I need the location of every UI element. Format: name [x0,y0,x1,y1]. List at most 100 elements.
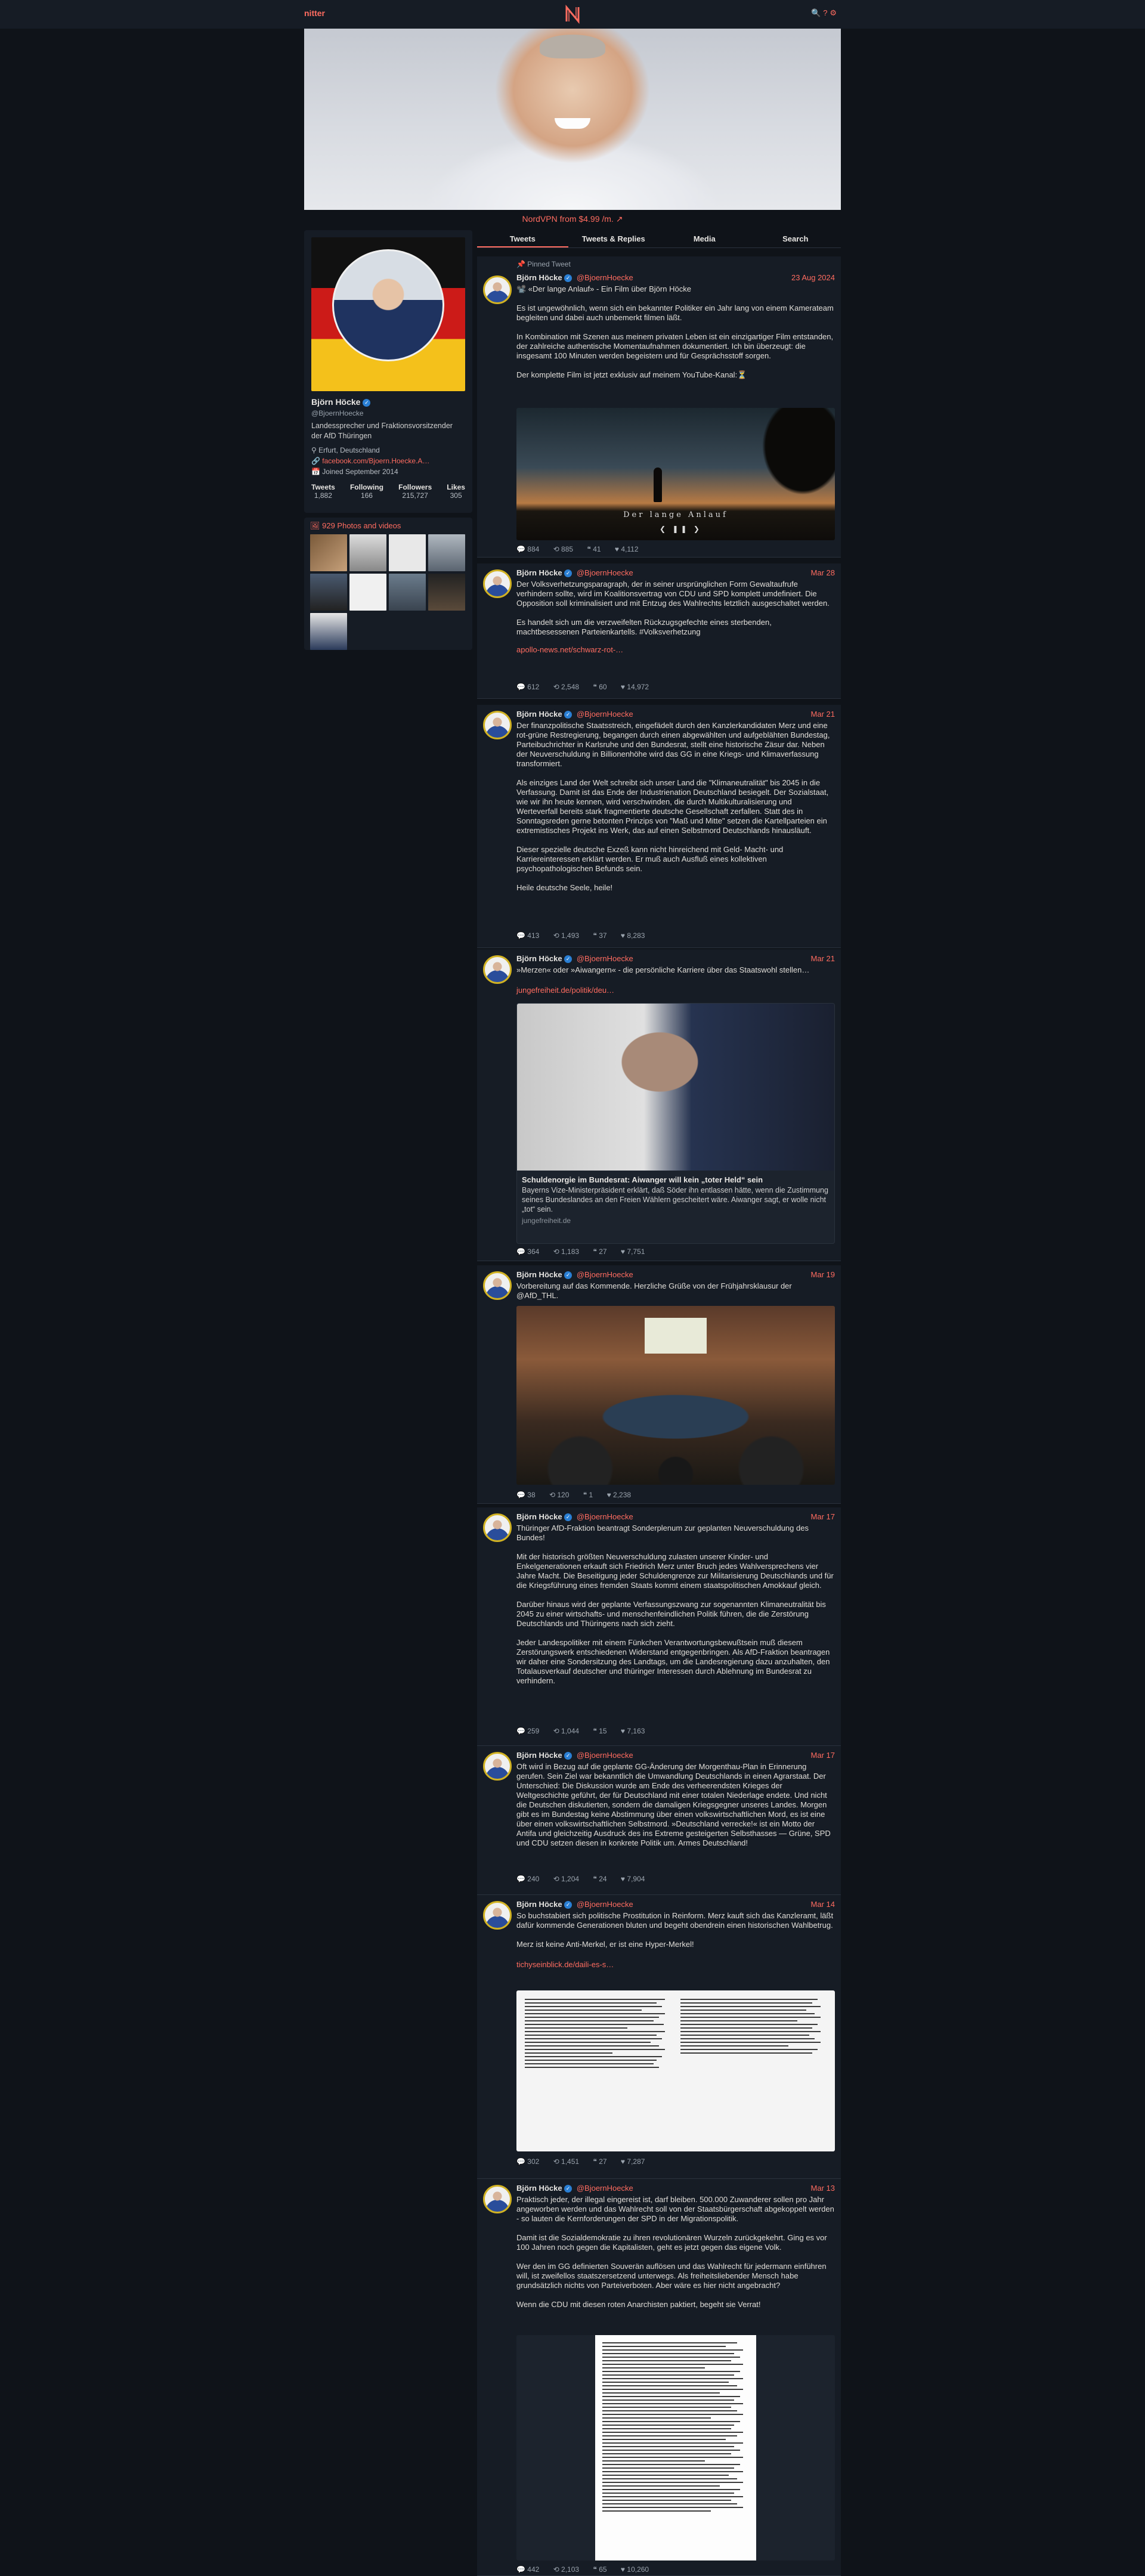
tweet-avatar[interactable] [483,1513,512,1542]
link-card[interactable]: Schuldenorgie im Bundesrat: Aiwanger wil… [516,1003,835,1244]
like-count[interactable]: ♥ 2,238 [607,1491,638,1499]
tab-tweets-replies[interactable]: Tweets & Replies [568,230,660,247]
tweet-author[interactable]: Björn Höcke [516,1270,562,1279]
tweet-date[interactable]: 23 Aug 2024 [791,273,835,282]
tab-media[interactable]: Media [659,230,750,247]
reply-count[interactable]: 💬 302 [516,2157,545,2166]
like-count[interactable]: ♥ 8,283 [621,931,651,940]
retweet-count[interactable]: ⟲ 1,044 [553,1727,585,1735]
photo-thumb[interactable] [389,534,426,571]
quote-count[interactable]: ❝ 1 [583,1491,599,1499]
tweet-handle[interactable]: @BjoernHoecke [577,1270,633,1279]
tweet-handle[interactable]: @BjoernHoecke [577,954,633,963]
stat-following[interactable]: Following 166 [350,483,383,500]
photo-thumb[interactable] [389,574,426,611]
profile-banner[interactable] [304,29,841,210]
tweet-avatar[interactable] [483,275,512,304]
photo-thumb[interactable] [428,534,465,571]
tweet-author[interactable]: Björn Höcke [516,1512,562,1521]
tab-search[interactable]: Search [750,230,841,247]
quote-count[interactable]: ❝ 15 [593,1727,612,1735]
reply-count[interactable]: 💬 442 [516,2565,545,2574]
retweet-count[interactable]: ⟲ 120 [549,1491,575,1499]
tweet-item[interactable]: Björn Höcke ✓ @BjoernHoecke Mar 28 Der V… [477,564,841,699]
tweet-date[interactable]: Mar 21 [811,954,835,963]
tweet-item[interactable]: 📌 Pinned Tweet Björn Höcke ✓ @BjoernHoec… [477,256,841,558]
tweet-date[interactable]: Mar 21 [811,710,835,719]
tweet-avatar[interactable] [483,711,512,739]
brand-link[interactable]: nitter [304,8,325,18]
tweet-handle[interactable]: @BjoernHoecke [577,1900,633,1909]
tweet-date[interactable]: Mar 17 [811,1751,835,1760]
tweet-author[interactable]: Björn Höcke [516,954,562,963]
tweet-document-image[interactable] [516,2335,835,2560]
website-link[interactable]: facebook.com/Bjoern.Hoecke.A… [322,457,429,465]
reply-count[interactable]: 💬 612 [516,683,545,691]
stat-tweets[interactable]: Tweets 1,882 [311,483,335,500]
tweet-avatar[interactable] [483,2185,512,2213]
tweet-item[interactable]: Björn Höcke ✓ @BjoernHoecke Mar 21 »Merz… [477,949,841,1261]
tweet-video[interactable]: Der lange Anlauf ❮ ❚❚ ❯ [516,408,835,540]
quote-count[interactable]: ❝ 24 [593,1875,612,1883]
photos-header[interactable]: 🖼 929 Photos and videos [310,521,466,531]
video-controls[interactable]: ❮ ❚❚ ❯ [660,525,702,533]
tweet-handle[interactable]: @BjoernHoecke [577,710,633,719]
tweet-handle[interactable]: @BjoernHoecke [577,2184,633,2193]
quote-count[interactable]: ❝ 65 [593,2565,612,2574]
tweet-author[interactable]: Björn Höcke [516,273,562,282]
quote-count[interactable]: ❝ 60 [593,683,612,691]
tweet-handle[interactable]: @BjoernHoecke [577,568,633,577]
profile-handle[interactable]: @BjoernHoecke [311,409,465,417]
tweet-date[interactable]: Mar 14 [811,1900,835,1909]
like-count[interactable]: ♥ 7,163 [621,1727,651,1735]
tweet-avatar[interactable] [483,569,512,598]
profile-avatar[interactable] [311,237,465,391]
tweet-author[interactable]: Björn Höcke [516,1900,562,1909]
tweet-link[interactable]: apollo-news.net/schwarz-rot-… [516,645,835,654]
reply-count[interactable]: 💬 240 [516,1875,545,1883]
quote-count[interactable]: ❝ 27 [593,1247,612,1256]
tweet-item[interactable]: Björn Höcke ✓ @BjoernHoecke Mar 21 Der f… [477,705,841,948]
retweet-count[interactable]: ⟲ 2,548 [553,683,585,691]
tweet-avatar[interactable] [483,1271,512,1300]
settings-icon[interactable]: ⚙ [830,8,837,18]
profile-name[interactable]: Björn Höcke ✓ [311,397,465,407]
quote-count[interactable]: ❝ 27 [593,2157,612,2166]
tweet-link[interactable]: tichyseinblick.de/daili-es-s… [516,1960,835,1969]
tweet-link[interactable]: jungefreiheit.de/politik/deu… [516,986,835,995]
photo-thumb[interactable] [349,534,386,571]
search-icon[interactable]: 🔍 [811,8,821,18]
tweet-author[interactable]: Björn Höcke [516,2184,562,2193]
tweet-avatar[interactable] [483,1901,512,1930]
photo-thumb[interactable] [428,574,465,611]
help-icon[interactable]: ? [823,8,827,18]
like-count[interactable]: ♥ 14,972 [621,683,655,691]
retweet-count[interactable]: ⟲ 1,183 [553,1247,585,1256]
stat-followers[interactable]: Followers 215,727 [398,483,432,500]
tweet-avatar[interactable] [483,955,512,984]
tweet-document-image[interactable] [516,1990,835,2151]
tweet-date[interactable]: Mar 28 [811,568,835,577]
tweet-item[interactable]: Björn Höcke ✓ @BjoernHoecke Mar 14 So bu… [477,1895,841,2179]
profile-website[interactable]: 🔗 facebook.com/Bjoern.Hoecke.A… [311,456,465,466]
tweet-handle[interactable]: @BjoernHoecke [577,1512,633,1521]
retweet-count[interactable]: ⟲ 2,103 [553,2565,585,2574]
promo-link[interactable]: NordVPN from $4.99 /m. ↗ [304,210,841,229]
photo-thumb[interactable] [349,574,386,611]
like-count[interactable]: ♥ 7,751 [621,1247,651,1256]
tweet-author[interactable]: Björn Höcke [516,710,562,719]
like-count[interactable]: ♥ 10,260 [621,2565,655,2574]
quote-count[interactable]: ❝ 41 [587,545,606,553]
like-count[interactable]: ♥ 7,904 [621,1875,651,1883]
photo-thumb[interactable] [310,534,347,571]
like-count[interactable]: ♥ 4,112 [615,545,645,553]
tweet-date[interactable]: Mar 17 [811,1512,835,1521]
tweet-avatar[interactable] [483,1752,512,1781]
retweet-count[interactable]: ⟲ 885 [553,545,579,553]
retweet-count[interactable]: ⟲ 1,493 [553,931,585,940]
tweet-photo[interactable] [516,1306,835,1485]
tweet-item[interactable]: Björn Höcke ✓ @BjoernHoecke Mar 17 Oft w… [477,1746,841,1895]
reply-count[interactable]: 💬 364 [516,1247,545,1256]
tweet-handle[interactable]: @BjoernHoecke [577,1751,633,1760]
tweet-handle[interactable]: @BjoernHoecke [577,273,633,282]
